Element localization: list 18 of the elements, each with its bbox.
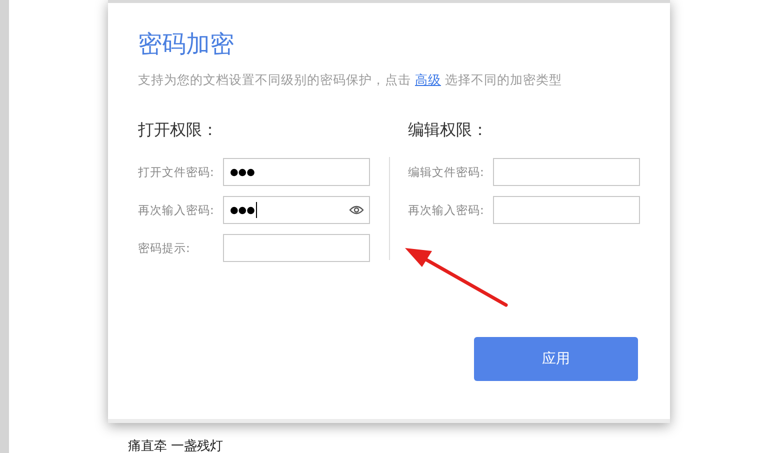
field-label: 编辑文件密码: <box>408 164 484 180</box>
eye-icon[interactable] <box>349 205 364 215</box>
password-field[interactable] <box>493 196 640 224</box>
dialog-title: 密码加密 <box>138 29 235 59</box>
password-field[interactable]: ●●● <box>223 158 370 186</box>
field-label: 再次输入密码: <box>138 202 214 218</box>
apply-button[interactable]: 应用 <box>474 337 638 381</box>
section-heading: 打开权限： <box>138 119 219 141</box>
section-heading: 编辑权限： <box>408 119 489 141</box>
document-text: 痛直牵 一盏残灯 <box>128 438 224 453</box>
field-label: 再次输入密码: <box>408 202 484 218</box>
password-field[interactable]: ●●● <box>223 196 370 224</box>
password-field[interactable] <box>493 158 640 186</box>
field-label: 密码提示: <box>138 240 190 256</box>
field-label: 打开文件密码: <box>138 164 214 180</box>
password-field[interactable] <box>223 234 370 262</box>
dialog-description: 支持为您的文档设置不同级别的密码保护，点击 高级 选择不同的加密类型 <box>138 72 563 89</box>
advanced-link[interactable]: 高级 <box>414 72 441 87</box>
